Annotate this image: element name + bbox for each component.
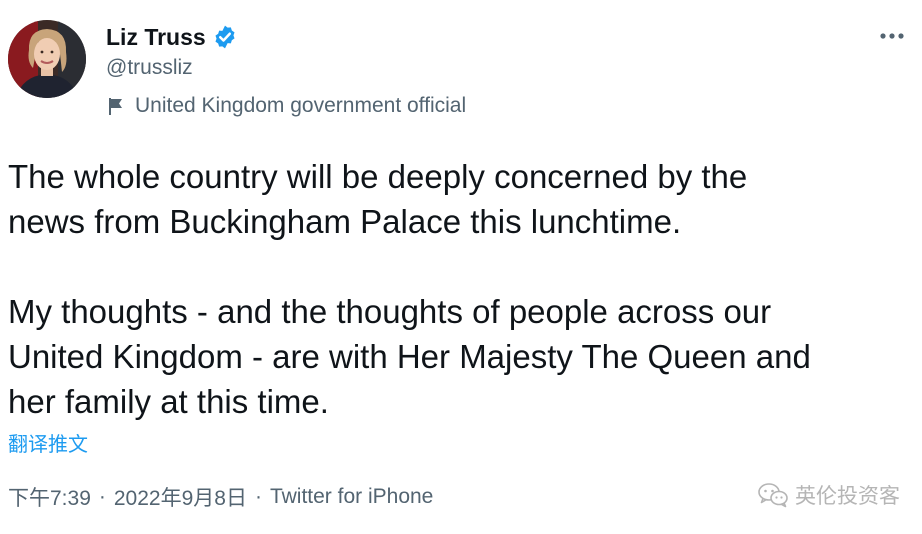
- tweet-text-line: news from Buckingham Palace this lunchti…: [8, 203, 682, 240]
- tweet-text-line: her family at this time.: [8, 383, 329, 420]
- author-name-row: Liz Truss: [106, 22, 238, 52]
- tweet-text-line: United Kingdom - are with Her Majesty Th…: [8, 338, 811, 375]
- flag-icon: [109, 98, 122, 115]
- tweet-meta: 下午7:39 · 2022年9月8日 · Twitter for iPhone: [8, 483, 433, 511]
- tweet-source[interactable]: Twitter for iPhone: [270, 485, 433, 509]
- meta-separator: ·: [98, 485, 106, 508]
- watermark-text: 英伦投资客: [795, 485, 900, 508]
- watermark: 英伦投资客: [757, 480, 900, 510]
- government-label: United Kingdom government official: [135, 94, 467, 117]
- translate-tweet-link[interactable]: 翻译推文: [8, 428, 88, 457]
- verified-badge-icon: [215, 25, 235, 49]
- author-handle[interactable]: @trussliz: [106, 56, 193, 80]
- government-label-row: United Kingdom government official: [106, 92, 466, 120]
- avatar-image: [8, 20, 86, 98]
- tweet-text: The whole country will be deeply concern…: [8, 154, 914, 424]
- tweet-time[interactable]: 下午7:39: [8, 482, 91, 512]
- tweet-date[interactable]: 2022年9月8日: [114, 482, 247, 512]
- more-horizontal-icon: [880, 33, 904, 39]
- avatar[interactable]: [8, 20, 86, 98]
- wechat-logo-icon: [758, 483, 788, 508]
- meta-separator: ·: [254, 485, 262, 508]
- more-options-button[interactable]: [874, 24, 910, 48]
- tweet-text-line: The whole country will be deeply concern…: [8, 158, 748, 195]
- tweet-text-line: My thoughts - and the thoughts of people…: [8, 293, 772, 330]
- author-display-name[interactable]: Liz Truss: [106, 24, 206, 51]
